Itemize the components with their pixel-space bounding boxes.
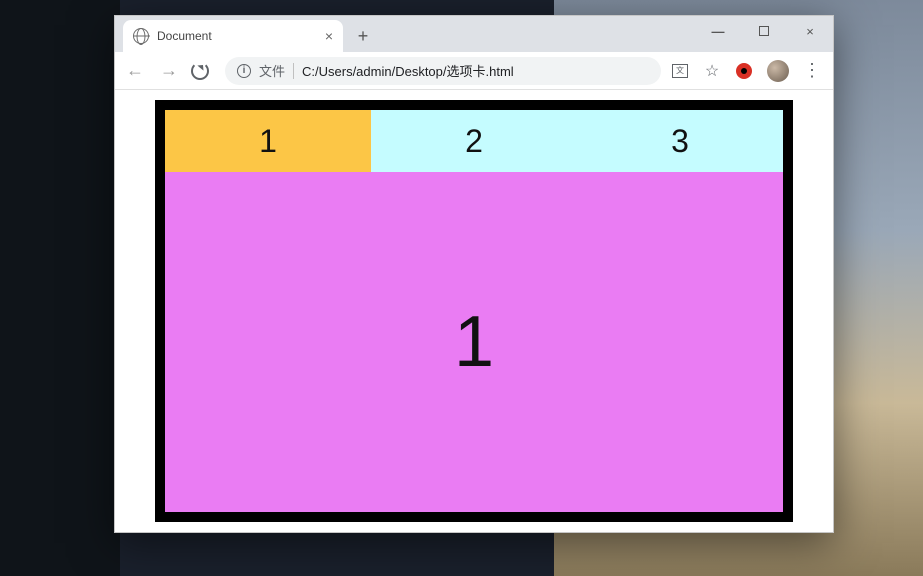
tab-title: Document (157, 29, 212, 43)
browser-toolbar: ← → i 文件 C:/Users/admin/Desktop/选项卡.html… (115, 52, 833, 90)
toolbar-right-icons: 文 ☆ ⋮ (671, 60, 825, 82)
site-info-icon[interactable]: i (237, 64, 251, 78)
desktop-dark-panel (0, 0, 120, 576)
tab-close-icon[interactable]: × (325, 28, 333, 44)
browser-tabstrip: Document × + — × (115, 16, 833, 52)
window-minimize-button[interactable]: — (695, 16, 741, 46)
tab-header-3[interactable]: 3 (577, 110, 783, 172)
tab-panel: 1 (165, 172, 783, 512)
page-viewport: 1 2 3 1 (115, 90, 833, 532)
new-tab-button[interactable]: + (349, 22, 377, 50)
nav-back-button[interactable]: ← (123, 60, 147, 81)
omnibox-url: C:/Users/admin/Desktop/选项卡.html (302, 61, 514, 80)
tab-card: 1 2 3 1 (155, 100, 793, 522)
globe-icon (133, 28, 149, 44)
window-controls: — × (695, 16, 833, 46)
nav-reload-button[interactable] (191, 62, 215, 80)
translate-icon[interactable]: 文 (671, 62, 689, 80)
omnibox-separator (293, 63, 294, 79)
window-close-button[interactable]: × (787, 16, 833, 46)
browser-menu-button[interactable]: ⋮ (803, 62, 821, 80)
reload-icon (191, 62, 209, 80)
browser-window: Document × + — × ← → i 文件 C:/Users/admin… (114, 15, 834, 533)
nav-forward-button[interactable]: → (157, 60, 181, 81)
security-label: 文件 (259, 61, 285, 80)
extension-icon[interactable] (735, 62, 753, 80)
tab-header-1[interactable]: 1 (165, 110, 371, 172)
profile-avatar[interactable] (767, 60, 789, 82)
browser-tab-active[interactable]: Document × (123, 20, 343, 52)
window-maximize-button[interactable] (741, 16, 787, 46)
address-bar[interactable]: i 文件 C:/Users/admin/Desktop/选项卡.html (225, 57, 661, 85)
tab-header-2[interactable]: 2 (371, 110, 577, 172)
bookmark-star-icon[interactable]: ☆ (703, 62, 721, 80)
tab-headers: 1 2 3 (165, 110, 783, 172)
